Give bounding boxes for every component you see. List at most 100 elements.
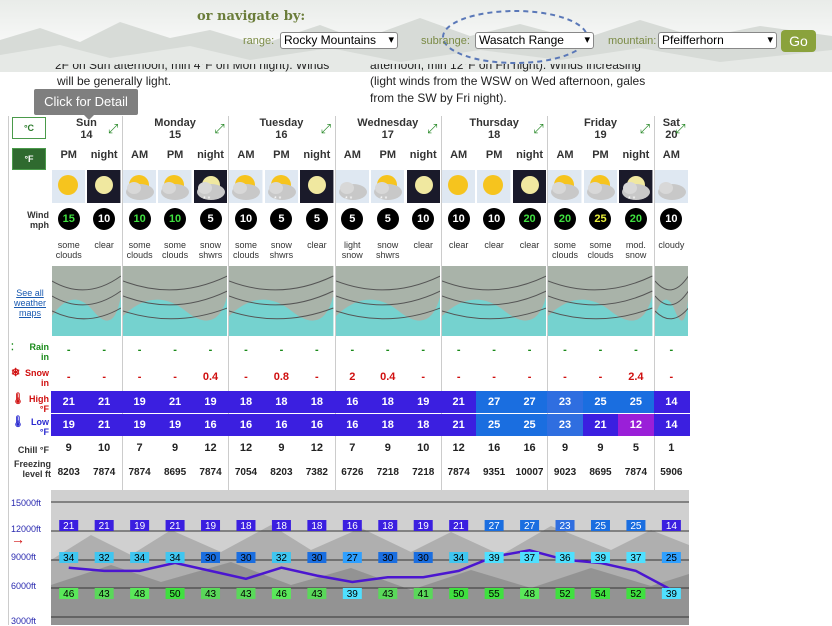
expand-icon[interactable]: ⤢: [640, 121, 650, 137]
low-temp-value: 25: [523, 419, 536, 431]
freezing-level-value: 8695: [589, 467, 612, 478]
forecast-text-line: 2F on Sun afternoon, min 4°F on Mon nigh…: [55, 64, 330, 72]
expand-icon[interactable]: ⤢: [321, 121, 331, 137]
fahrenheit-toggle[interactable]: °F: [12, 148, 46, 170]
wind-label-text: Wind: [27, 210, 49, 220]
svg-text:* *: * *: [380, 196, 388, 203]
low-temp-value: 21: [594, 419, 607, 431]
forecast-text-left: 2F on Sun afternoon, min 4°F on Mon nigh…: [55, 64, 355, 90]
freezing-level-value: 10007: [515, 467, 544, 478]
weather-map-thumbnail[interactable]: [654, 266, 689, 336]
altitude-label: 6000ft: [11, 581, 37, 591]
chip-value: 14: [666, 521, 678, 532]
summary-line: snow: [377, 240, 399, 250]
expand-icon[interactable]: ⤢: [675, 121, 685, 137]
period-label: AM: [237, 149, 255, 161]
weather-map-thumbnail[interactable]: [548, 266, 653, 336]
summary-line: snow: [270, 240, 292, 250]
top-row-chip: 18: [378, 520, 398, 532]
chill-value: 1: [668, 442, 675, 454]
weather-map-thumbnail[interactable]: [122, 266, 228, 336]
expand-icon[interactable]: ⤢: [427, 121, 437, 137]
summary-line: some: [128, 240, 151, 250]
snow-value: -: [527, 371, 532, 383]
cloudy-sun-icon: [158, 170, 192, 203]
high-unit-text: °F: [39, 404, 49, 414]
moon-icon: [512, 170, 547, 203]
rain-value: -: [563, 344, 567, 356]
chip-value: 39: [666, 589, 678, 600]
period-label: night: [197, 149, 224, 161]
summary-line: clouds: [162, 250, 189, 260]
chip-value: 18: [276, 521, 288, 532]
chill-value: 12: [204, 442, 217, 454]
mid-row-chip: 32: [271, 552, 291, 564]
mid-row-chip: 36: [555, 552, 575, 564]
day-header[interactable]: Monday 15: [122, 117, 228, 141]
day-header[interactable]: Friday 19: [547, 117, 653, 141]
bot-row-chip: 55: [484, 588, 504, 600]
weather-map-thumbnail[interactable]: [441, 266, 547, 336]
top-row-chip: 19: [130, 520, 150, 532]
snow-value: -: [421, 371, 426, 383]
go-button[interactable]: Go: [781, 30, 816, 52]
mountain-select[interactable]: Pfeifferhorn: [658, 32, 777, 49]
moon-icon: [300, 170, 334, 203]
wind-speed-badge: 10: [93, 208, 116, 230]
snow-value: -: [137, 371, 142, 383]
expand-icon[interactable]: ⤢: [108, 121, 118, 137]
expand-icon[interactable]: ⤢: [214, 121, 224, 137]
day-header[interactable]: Thursday 18: [441, 117, 547, 141]
weather-summary: clear: [406, 240, 441, 250]
wind-speed-badge: 5: [270, 208, 293, 230]
wind-speed-badge: 20: [518, 208, 541, 230]
day-header[interactable]: Wednesday 17: [335, 117, 441, 141]
snow-value: 2.4: [628, 371, 644, 383]
range-select[interactable]: Rocky Mountains: [280, 32, 398, 49]
expand-icon[interactable]: ⤢: [533, 121, 543, 137]
weather-map-thumbnail[interactable]: [229, 266, 334, 336]
chip-value: 19: [205, 521, 217, 532]
celsius-toggle[interactable]: °C: [12, 117, 46, 139]
summary-line: clouds: [55, 250, 82, 260]
high-temp-label: 🌡 High °F: [11, 394, 49, 415]
weather-map-thumbnail[interactable]: [335, 266, 441, 336]
snowflake-icon: ❄: [11, 367, 21, 379]
summary-line: some: [234, 240, 257, 250]
bot-row-chip: 46: [271, 588, 291, 600]
day-header[interactable]: Tuesday 16: [228, 117, 334, 141]
chip-value: 37: [524, 553, 536, 564]
forecast-text-line: afternoon, min 12°F on Fri night). Winds…: [370, 64, 641, 72]
summary-line: clouds: [126, 250, 153, 260]
wind-speed-badge: 10: [234, 208, 257, 230]
period-label: AM: [662, 149, 680, 161]
bot-row-chip: 43: [307, 588, 327, 600]
chill-value: 16: [523, 442, 536, 454]
rain-value: -: [421, 344, 426, 356]
chill-value: 10: [417, 442, 430, 454]
chill-value: 9: [561, 442, 569, 454]
freezing-level-value: 7382: [305, 467, 328, 478]
summary-line: snow: [625, 250, 647, 260]
weather-summary: some clouds: [228, 240, 263, 260]
mid-row-chip: 39: [590, 552, 610, 564]
top-row-chip: 19: [201, 520, 221, 532]
top-row-chip: 25: [590, 520, 610, 532]
mid-row-chip: 30: [307, 552, 327, 564]
see-all-maps-link[interactable]: See all weather maps: [9, 288, 51, 318]
weather-map-thumbnail[interactable]: [51, 266, 122, 336]
rain-unit-text: in: [41, 352, 49, 362]
wind-speed-badge: 20: [554, 208, 577, 230]
freezing-level-value: 9351: [482, 467, 506, 478]
freezing-level-value: 7874: [447, 467, 470, 478]
period-label: PM: [592, 149, 609, 161]
top-row-chip: 18: [271, 520, 291, 532]
chip-value: 43: [240, 589, 252, 600]
chip-value: 34: [453, 553, 465, 564]
mid-row-chip: 30: [236, 552, 256, 564]
high-temp-value: 19: [417, 396, 430, 408]
period-label: PM: [379, 149, 397, 161]
top-row-chip: 18: [236, 520, 256, 532]
chill-value: 5: [632, 442, 639, 454]
subrange-select[interactable]: Wasatch Range: [475, 32, 594, 49]
